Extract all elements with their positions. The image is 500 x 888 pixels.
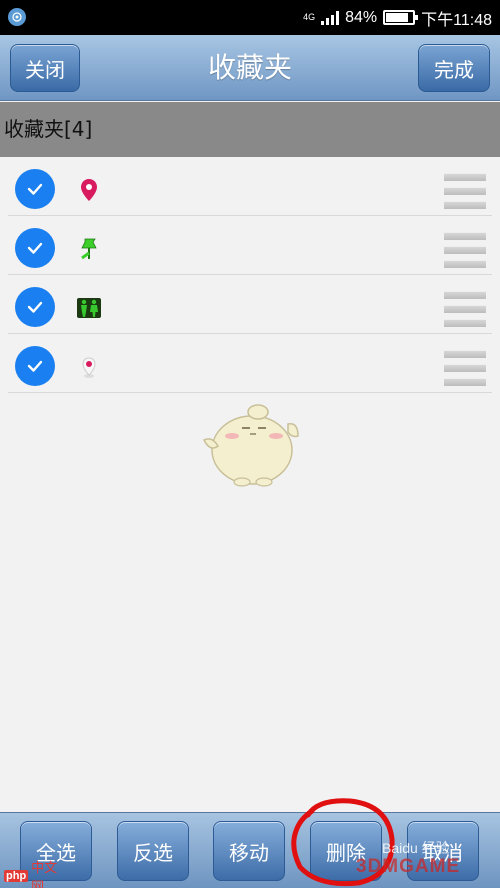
baidu-watermark: Baidu 经验 bbox=[382, 840, 450, 856]
signal-icon bbox=[321, 10, 340, 25]
network-type: 4G bbox=[303, 12, 316, 22]
drag-handle-icon[interactable] bbox=[444, 350, 486, 386]
pushpin-icon bbox=[76, 236, 102, 262]
checkbox-checked-icon[interactable] bbox=[15, 169, 55, 209]
php-watermark: php 中文网 bbox=[4, 860, 58, 888]
battery-icon bbox=[383, 10, 419, 25]
checkbox-checked-icon[interactable] bbox=[15, 287, 55, 327]
drag-handle-icon[interactable] bbox=[444, 232, 486, 268]
map-pin-icon bbox=[76, 177, 102, 203]
restroom-icon bbox=[76, 295, 102, 321]
favorite-row[interactable] bbox=[8, 275, 492, 334]
checkbox-checked-icon[interactable] bbox=[15, 346, 55, 386]
drag-handle-icon[interactable] bbox=[444, 291, 486, 327]
favorite-row[interactable] bbox=[8, 216, 492, 275]
mascot-watermark bbox=[202, 404, 299, 487]
title-bar: 收藏夹 关闭 完成 bbox=[0, 35, 500, 101]
battery-percent: 84% bbox=[345, 8, 378, 26]
favorites-list bbox=[0, 157, 500, 393]
clock: 下午11:48 bbox=[421, 11, 492, 29]
drag-handle-icon[interactable] bbox=[444, 173, 486, 209]
invert-selection-button[interactable]: 反选 bbox=[117, 821, 189, 881]
status-bar: 4G 84% 下午11:48 bbox=[0, 0, 500, 35]
notification-icon bbox=[8, 8, 26, 26]
favorites-count-header: 收藏夹[4] bbox=[0, 102, 500, 157]
done-button[interactable]: 完成 bbox=[418, 44, 490, 92]
favorite-row[interactable] bbox=[8, 157, 492, 216]
favorite-row[interactable] bbox=[8, 334, 492, 393]
close-button[interactable]: 关闭 bbox=[10, 44, 80, 92]
small-pin-icon bbox=[76, 354, 102, 380]
checkbox-checked-icon[interactable] bbox=[15, 228, 55, 268]
move-button[interactable]: 移动 bbox=[213, 821, 285, 881]
3dmgame-watermark: 3DMGAME bbox=[356, 856, 461, 877]
